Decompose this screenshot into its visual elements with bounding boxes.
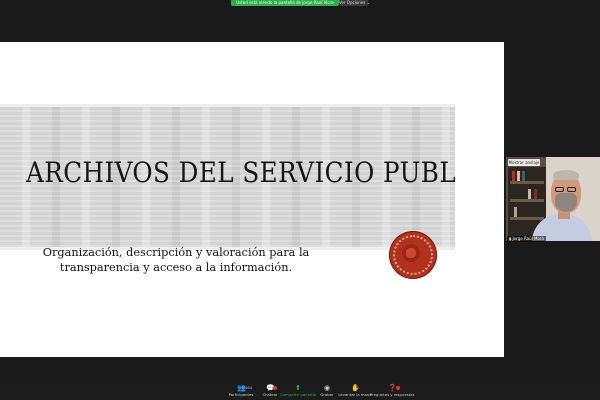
qa-notification-badge bbox=[396, 386, 400, 390]
screen-share-banner: Usted está viendo la pantalla de Jorge R… bbox=[231, 0, 339, 6]
shared-slide: ARCHIVOS DEL SERVICIO PUBLICO Organizaci… bbox=[0, 42, 504, 357]
qa-button[interactable]: ❓ Preguntas y respuestas bbox=[370, 385, 414, 400]
pin-video-button[interactable]: Mostrar anclaje bbox=[508, 159, 540, 166]
seal-icon bbox=[389, 231, 437, 279]
slide-title: ARCHIVOS DEL SERVICIO PUBLICO bbox=[26, 156, 455, 189]
qa-icon: ❓ bbox=[388, 384, 397, 392]
share-screen-icon: ⬆ bbox=[295, 384, 301, 392]
title-band: ARCHIVOS DEL SERVICIO PUBLICO bbox=[0, 104, 455, 250]
people-icon: 👥 bbox=[237, 384, 246, 392]
meeting-toolbar: 👥 Participantes 464 💬 Chatear ⬆ Comparti… bbox=[0, 384, 600, 400]
slide-subtitle: Organización, descripción y valoración p… bbox=[42, 246, 310, 274]
hand-icon: ✋ bbox=[351, 384, 360, 392]
participant-name-tag: ▮ Jorge Raúl Mora bbox=[507, 236, 547, 242]
view-options-button[interactable]: Ver Opciones ⌄ bbox=[339, 0, 370, 6]
record-icon: ◉ bbox=[323, 384, 331, 392]
participant-video[interactable] bbox=[506, 157, 600, 241]
